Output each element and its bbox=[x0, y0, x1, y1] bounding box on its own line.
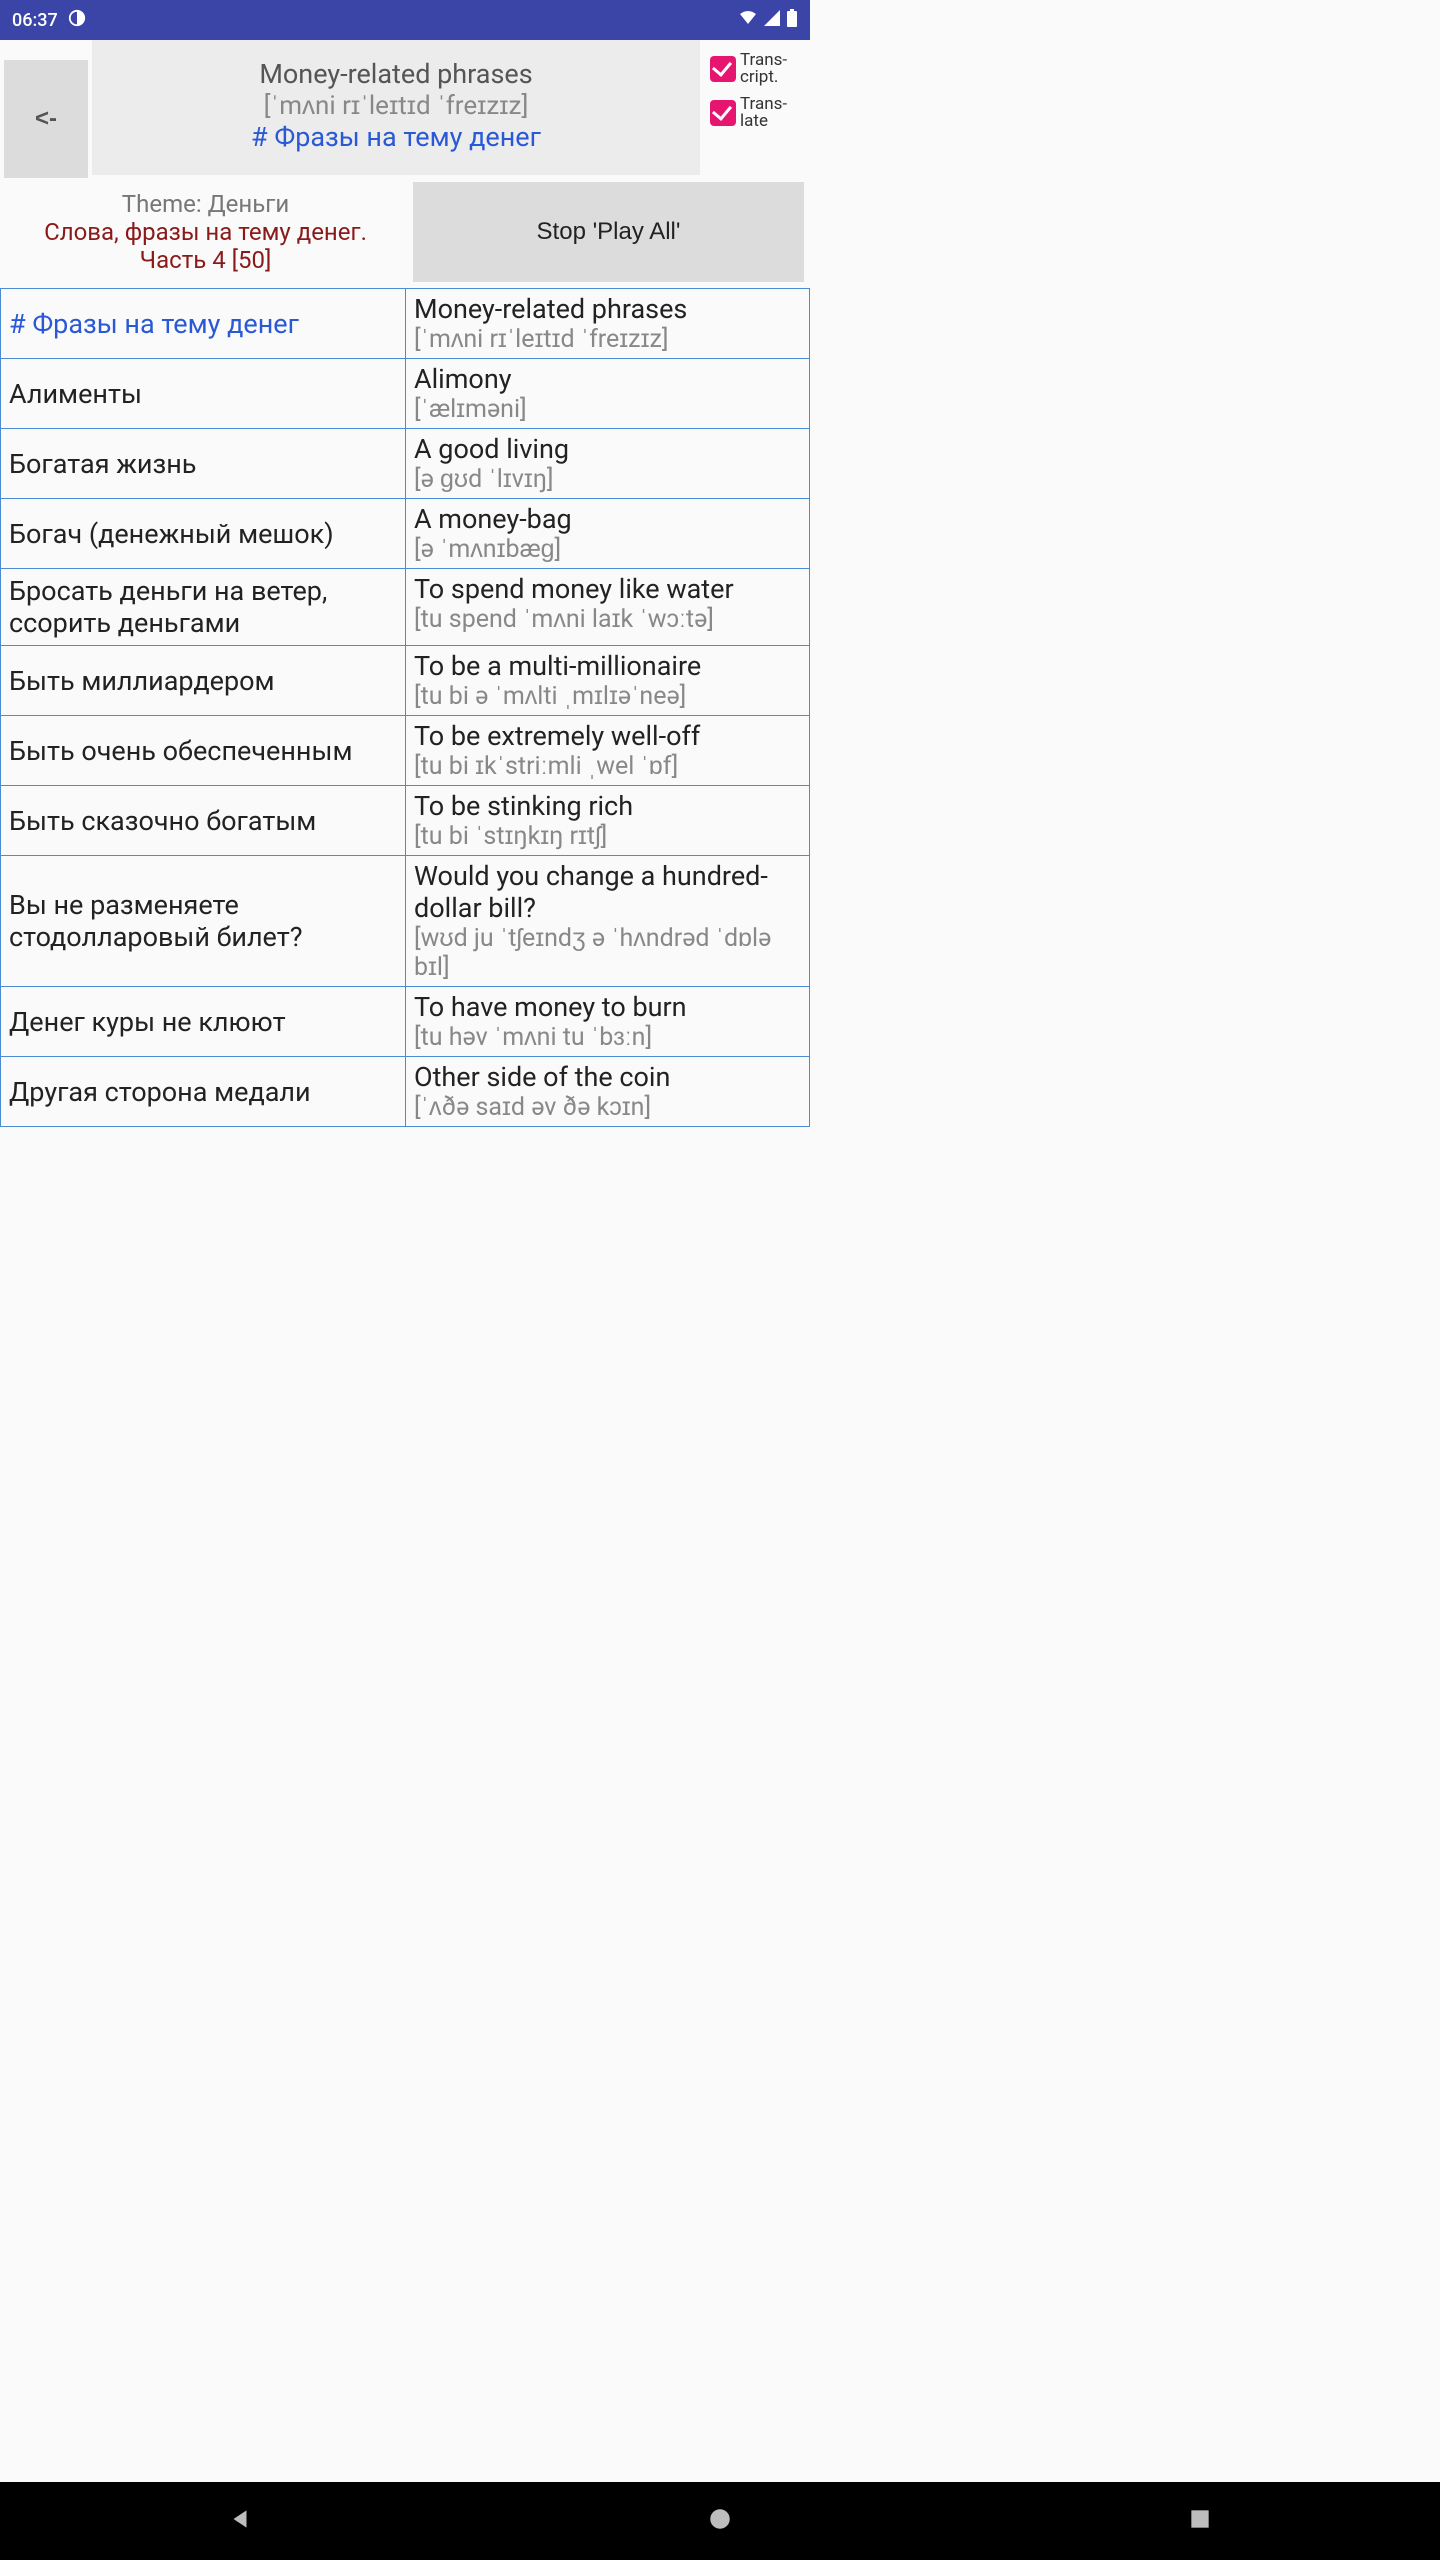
transcript-label: Trans-cript. bbox=[740, 52, 804, 86]
status-bar: 06:37 bbox=[0, 0, 810, 40]
title-english: Money-related phrases bbox=[112, 58, 680, 90]
title-ipa: [ˈmʌni rɪˈleɪtɪd ˈfreɪzɪz] bbox=[112, 90, 680, 121]
title-russian: # Фразы на тему денег bbox=[112, 121, 680, 153]
title-block[interactable]: Money-related phrases [ˈmʌni rɪˈleɪtɪd ˈ… bbox=[92, 40, 700, 175]
russian-text: Быть сказочно богатым bbox=[9, 805, 316, 837]
options-panel: Trans-cript. Trans-late bbox=[704, 40, 810, 142]
transcript-checkbox-row[interactable]: Trans-cript. bbox=[710, 52, 804, 86]
english-cell: Other side of the coin[ˈʌðə saɪd əv ðə k… bbox=[405, 1057, 810, 1126]
phrase-table: # Фразы на тему денег Money-related phras… bbox=[0, 288, 810, 1127]
translate-checkbox-row[interactable]: Trans-late bbox=[710, 96, 804, 130]
russian-cell: Богач (денежный мешок) bbox=[0, 499, 405, 568]
russian-text: Вы не разменяете стодолларовый билет? bbox=[9, 889, 397, 953]
russian-cell: Другая сторона медали bbox=[0, 1057, 405, 1126]
ipa-text: [ˈælɪməni] bbox=[414, 395, 801, 424]
ipa-text: [tu həv ˈmʌni tu ˈbɜːn] bbox=[414, 1023, 801, 1052]
english-cell: Would you change a hundred-dollar bill?[… bbox=[405, 856, 810, 986]
english-cell: Money-related phrases[ˈmʌni rɪˈleɪtɪd ˈf… bbox=[405, 289, 810, 358]
english-text: To be extremely well-off bbox=[414, 720, 801, 752]
russian-text: Богач (денежный мешок) bbox=[9, 518, 334, 550]
stop-play-all-button[interactable]: Stop 'Play All' bbox=[413, 182, 804, 282]
english-cell: To be a multi-millionaire[tu bi ə ˈmʌlti… bbox=[405, 646, 810, 715]
table-row[interactable]: Вы не разменяете стодолларовый билет?Wou… bbox=[0, 855, 810, 986]
english-cell: Alimony[ˈælɪməni] bbox=[405, 359, 810, 428]
table-row[interactable]: Алименты Alimony[ˈælɪməni] bbox=[0, 358, 810, 428]
english-cell: To be extremely well-off[tu bi ɪkˈstriːm… bbox=[405, 716, 810, 785]
table-row[interactable]: Денег куры не клюют To have money to burn… bbox=[0, 986, 810, 1056]
table-row[interactable]: # Фразы на тему денег Money-related phras… bbox=[0, 288, 810, 358]
status-time: 06:37 bbox=[12, 10, 58, 31]
battery-icon bbox=[786, 9, 798, 32]
english-cell: A money-bag[ə ˈmʌnɪbæɡ] bbox=[405, 499, 810, 568]
theme-text: Theme: Деньги Слова, фразы на тему денег… bbox=[6, 182, 405, 282]
android-nav-bar bbox=[0, 2482, 1440, 2560]
ipa-text: [ə ɡʊd ˈlɪvɪŋ] bbox=[414, 465, 801, 494]
english-text: To be a multi-millionaire bbox=[414, 650, 801, 682]
english-text: Alimony bbox=[414, 363, 801, 395]
russian-text: Богатая жизнь bbox=[9, 448, 196, 480]
english-text: To be stinking rich bbox=[414, 790, 801, 822]
russian-text: # Фразы на тему денег bbox=[9, 308, 299, 340]
back-button[interactable]: <- bbox=[4, 60, 88, 178]
russian-cell: Денег куры не клюют bbox=[0, 987, 405, 1056]
english-text: Would you change a hundred-dollar bill? bbox=[414, 860, 801, 924]
english-cell: To be stinking rich[tu bi ˈstɪŋkɪŋ rɪtʃ] bbox=[405, 786, 810, 855]
nav-home-icon[interactable] bbox=[707, 2506, 733, 2536]
ipa-text: [tu bi ˈstɪŋkɪŋ rɪtʃ] bbox=[414, 822, 801, 851]
russian-cell: Богатая жизнь bbox=[0, 429, 405, 498]
russian-cell: Алименты bbox=[0, 359, 405, 428]
russian-cell: Быть сказочно богатым bbox=[0, 786, 405, 855]
russian-text: Быть миллиардером bbox=[9, 665, 275, 697]
english-text: To have money to burn bbox=[414, 991, 801, 1023]
table-row[interactable]: Другая сторона медали Other side of the c… bbox=[0, 1056, 810, 1127]
ipa-text: [ə ˈmʌnɪbæɡ] bbox=[414, 535, 801, 564]
ipa-text: [tu bi ɪkˈstriːmli ˌwel ˈɒf] bbox=[414, 752, 801, 781]
nav-recent-icon[interactable] bbox=[1187, 2506, 1213, 2536]
theme-row: Theme: Деньги Слова, фразы на тему денег… bbox=[0, 178, 810, 288]
theme-label: Theme: Деньги bbox=[10, 190, 401, 218]
english-text: A money-bag bbox=[414, 503, 801, 535]
table-row[interactable]: Богатая жизнь A good living[ə ɡʊd ˈlɪvɪŋ] bbox=[0, 428, 810, 498]
russian-text: Быть очень обеспеченным bbox=[9, 735, 352, 767]
signal-icon bbox=[764, 10, 780, 31]
ipa-text: [ˈmʌni rɪˈleɪtɪd ˈfreɪzɪz] bbox=[414, 325, 801, 354]
english-text: A good living bbox=[414, 433, 801, 465]
english-text: Other side of the coin bbox=[414, 1061, 801, 1093]
russian-cell: Быть миллиардером bbox=[0, 646, 405, 715]
checkbox-checked-icon bbox=[710, 100, 736, 126]
russian-cell: Быть очень обеспеченным bbox=[0, 716, 405, 785]
russian-text: Алименты bbox=[9, 378, 142, 410]
table-row[interactable]: Быть сказочно богатым To be stinking rich… bbox=[0, 785, 810, 855]
ipa-text: [ˈʌðə saɪd əv ðə kɔɪn] bbox=[414, 1093, 801, 1122]
english-text: To spend money like water bbox=[414, 573, 801, 605]
theme-description: Слова, фразы на тему денег. Часть 4 [50] bbox=[10, 218, 401, 274]
table-row[interactable]: Бросать деньги на ветер, ссорить деньгам… bbox=[0, 568, 810, 645]
table-row[interactable]: Богач (денежный мешок) A money-bag[ə ˈmʌn… bbox=[0, 498, 810, 568]
translate-label: Trans-late bbox=[740, 96, 804, 130]
russian-text: Другая сторона медали bbox=[9, 1076, 311, 1108]
ipa-text: [tu bi ə ˈmʌlti ˌmɪlɪəˈneə] bbox=[414, 682, 801, 711]
russian-cell: Вы не разменяете стодолларовый билет? bbox=[0, 856, 405, 986]
russian-cell: Бросать деньги на ветер, ссорить деньгам… bbox=[0, 569, 405, 645]
wifi-icon bbox=[738, 10, 758, 31]
nav-back-icon[interactable] bbox=[227, 2506, 253, 2536]
ipa-text: [wʊd ju ˈtʃeɪndʒ ə ˈhʌndrəd ˈdɒlə bɪl] bbox=[414, 924, 801, 982]
checkbox-checked-icon bbox=[710, 56, 736, 82]
table-row[interactable]: Быть очень обеспеченным To be extremely w… bbox=[0, 715, 810, 785]
russian-cell: # Фразы на тему денег bbox=[0, 289, 405, 358]
english-cell: To have money to burn[tu həv ˈmʌni tu ˈb… bbox=[405, 987, 810, 1056]
status-app-icon bbox=[68, 9, 86, 32]
ipa-text: [tu spend ˈmʌni laɪk ˈwɔːtə] bbox=[414, 605, 801, 634]
english-text: Money-related phrases bbox=[414, 293, 801, 325]
english-cell: To spend money like water[tu spend ˈmʌni… bbox=[405, 569, 810, 645]
table-row[interactable]: Быть миллиардером To be a multi-millionai… bbox=[0, 645, 810, 715]
russian-text: Бросать деньги на ветер, ссорить деньгам… bbox=[9, 575, 397, 639]
russian-text: Денег куры не клюют bbox=[9, 1006, 286, 1038]
english-cell: A good living[ə ɡʊd ˈlɪvɪŋ] bbox=[405, 429, 810, 498]
header-area: <- Money-related phrases [ˈmʌni rɪˈleɪtɪ… bbox=[0, 40, 810, 178]
